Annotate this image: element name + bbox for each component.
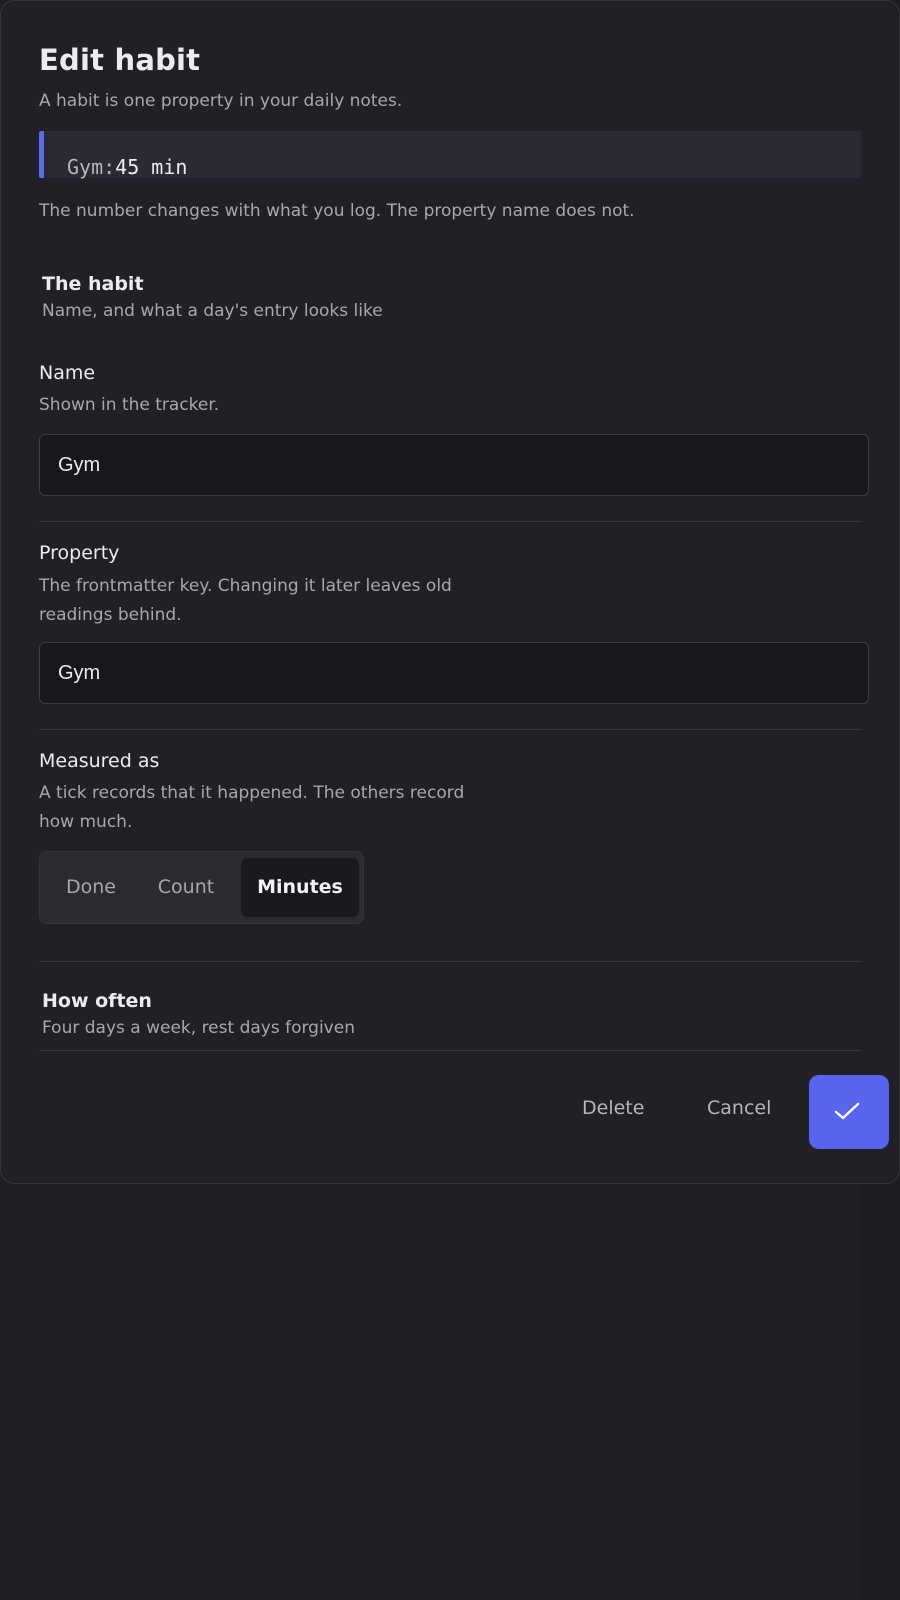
divider — [39, 1050, 861, 1051]
property-label: Property — [39, 542, 120, 564]
property-description: The frontmatter key. Changing it later l… — [39, 576, 452, 625]
example-key: Gym: — [67, 155, 116, 179]
example-code-block: Gym:45 min — [39, 131, 861, 179]
delete-button[interactable]: Delete — [582, 1097, 644, 1119]
example-value: 45 min — [115, 155, 188, 179]
example-line: Gym:45 min — [67, 155, 187, 179]
option-done[interactable]: Done — [46, 858, 136, 917]
habit-section-description: Name, and what a day's entry looks like — [42, 301, 383, 321]
cancel-button[interactable]: Cancel — [707, 1097, 771, 1119]
check-icon — [834, 1102, 860, 1120]
dialog-content: Edit habit A habit is one property in yo… — [39, 1, 889, 1183]
example-note: The number changes with what you log. Th… — [39, 201, 635, 221]
edit-habit-dialog: Edit habit A habit is one property in yo… — [0, 0, 900, 1184]
divider — [39, 521, 861, 522]
option-count[interactable]: Count — [136, 858, 236, 917]
divider — [39, 729, 861, 730]
habit-section-title: The habit — [42, 273, 144, 295]
confirm-button[interactable] — [809, 1075, 889, 1149]
measured-as-segmented-control: Done Count Minutes — [39, 851, 364, 924]
property-input[interactable] — [39, 642, 869, 704]
frequency-section-description: Four days a week, rest days forgiven — [42, 1018, 355, 1038]
measured-as-description: A tick records that it happened. The oth… — [39, 783, 465, 832]
option-minutes[interactable]: Minutes — [241, 858, 359, 917]
name-label: Name — [39, 362, 96, 384]
name-description: Shown in the tracker. — [39, 395, 220, 415]
frequency-section-title[interactable]: How often — [42, 990, 152, 1012]
measured-as-label: Measured as — [39, 750, 160, 772]
dialog-subtitle: A habit is one property in your daily no… — [39, 91, 403, 111]
divider — [39, 961, 861, 962]
dialog-title: Edit habit — [39, 43, 201, 77]
name-input[interactable] — [39, 434, 869, 496]
